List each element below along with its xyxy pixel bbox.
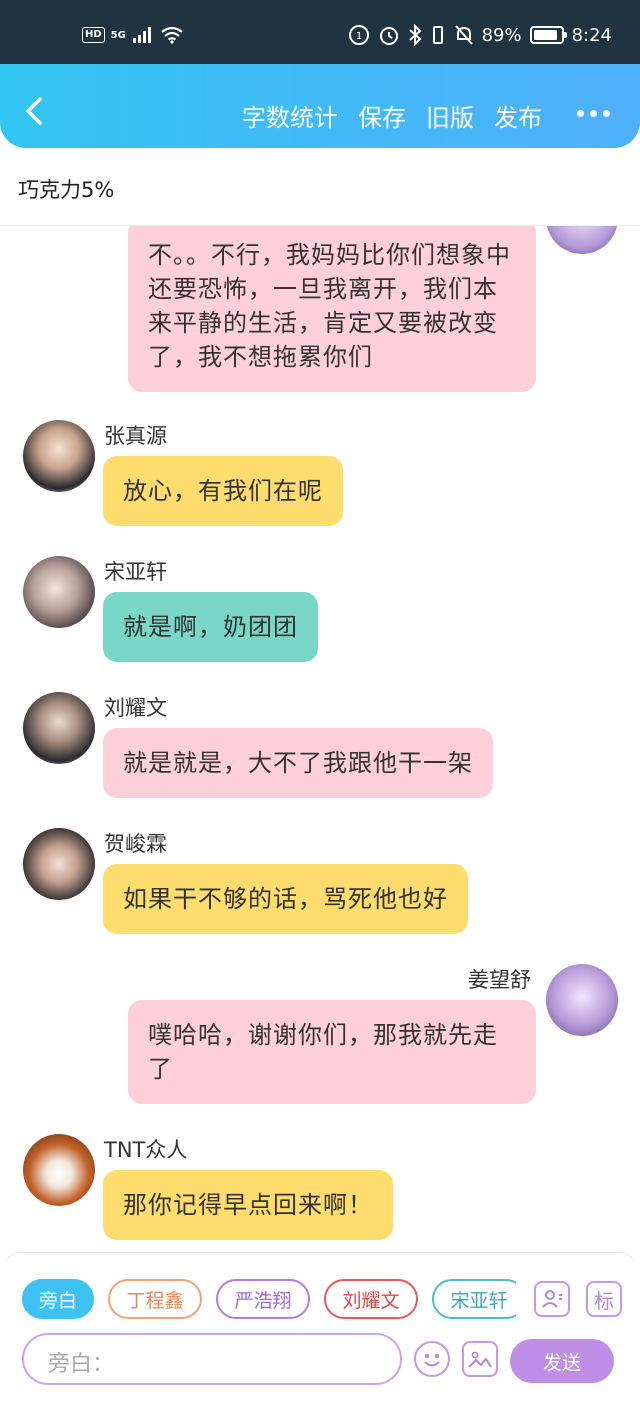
more-dots-icon[interactable] [577,110,610,117]
message-input[interactable]: 旁白： [22,1333,402,1385]
role-chip[interactable]: 刘耀文 [324,1279,418,1319]
message-bubble[interactable]: 噗哈哈，谢谢你们，那我就先走了 [128,1000,536,1104]
avatar[interactable] [23,420,95,492]
message-bubble[interactable]: 如果干不够的话，骂死他也好 [103,864,468,934]
status-right: 1 89% 8:24 [348,24,612,46]
alarm-icon [379,27,398,45]
header-actions: 字数统计 保存 旧版 发布 [242,98,542,133]
message-bubble[interactable]: 就是就是，大不了我跟他干一架 [103,728,493,798]
battery-percent: 89% [481,24,522,46]
sender-name: 张真源 [104,424,167,448]
message-bubble[interactable]: 就是啊，奶团团 [103,592,318,662]
avatar[interactable] [23,828,95,900]
battery-fill [533,30,557,40]
input-panel: 旁白 丁程鑫 严浩翔 刘耀文 宋亚轩 标 旁白： 发送 [0,1252,640,1422]
sender-name: TNT众人 [104,1138,188,1162]
bluetooth-icon [408,24,422,46]
data-saver-icon: 1 [348,25,369,45]
clock: 8:24 [571,24,612,46]
chevron-left-icon[interactable] [18,94,52,128]
chat-area[interactable]: 不。。不行，我妈妈比你们想象中还要恐怖，一旦我离开，我们本来平静的生活，肯定又要… [0,226,640,1252]
publish-button[interactable]: 发布 [494,98,542,133]
tag-button[interactable]: 标 [586,1281,622,1317]
network-label: 5G [110,29,126,41]
role-chip[interactable]: 丁程鑫 [108,1279,202,1319]
sender-name: 宋亚轩 [104,560,167,584]
smiley-icon[interactable] [414,1341,450,1377]
sender-name: 刘耀文 [104,696,167,720]
old-version-button[interactable]: 旧版 [426,98,474,133]
hd-badge: HD [82,27,105,43]
image-icon[interactable] [462,1341,498,1377]
vibrate-icon [432,26,443,44]
word-count-button[interactable]: 字数统计 [242,98,338,133]
wifi-icon [161,26,183,44]
avatar[interactable] [23,1134,95,1206]
status-bar: HD 5G 1 89% 8:24 [0,0,640,70]
person-card-icon[interactable] [534,1281,570,1317]
avatar[interactable] [23,692,95,764]
status-left: HD 5G [82,26,184,44]
message-bubble[interactable]: 放心，有我们在呢 [103,456,343,526]
avatar[interactable] [546,226,618,254]
signal-icon [132,27,151,43]
role-chip[interactable]: 宋亚轩 [432,1279,516,1319]
battery-icon [529,26,567,44]
send-button[interactable]: 发送 [510,1339,614,1383]
sender-name: 贺峻霖 [104,832,167,856]
save-button[interactable]: 保存 [358,98,406,133]
message-bubble[interactable]: 不。。不行，我妈妈比你们想象中还要恐怖，一旦我离开，我们本来平静的生活，肯定又要… [128,226,536,392]
editor-header: 字数统计 保存 旧版 发布 [0,64,640,148]
message-bubble[interactable]: 那你记得早点回来啊！ [103,1170,393,1240]
svg-text:1: 1 [355,31,361,42]
role-chip-narration[interactable]: 旁白 [22,1279,94,1319]
role-chip[interactable]: 严浩翔 [216,1279,310,1319]
mute-bell-icon [454,25,473,45]
sender-name: 姜望舒 [468,968,531,992]
avatar[interactable] [546,964,618,1036]
story-title: 巧克力5% [0,148,640,226]
avatar[interactable] [23,556,95,628]
